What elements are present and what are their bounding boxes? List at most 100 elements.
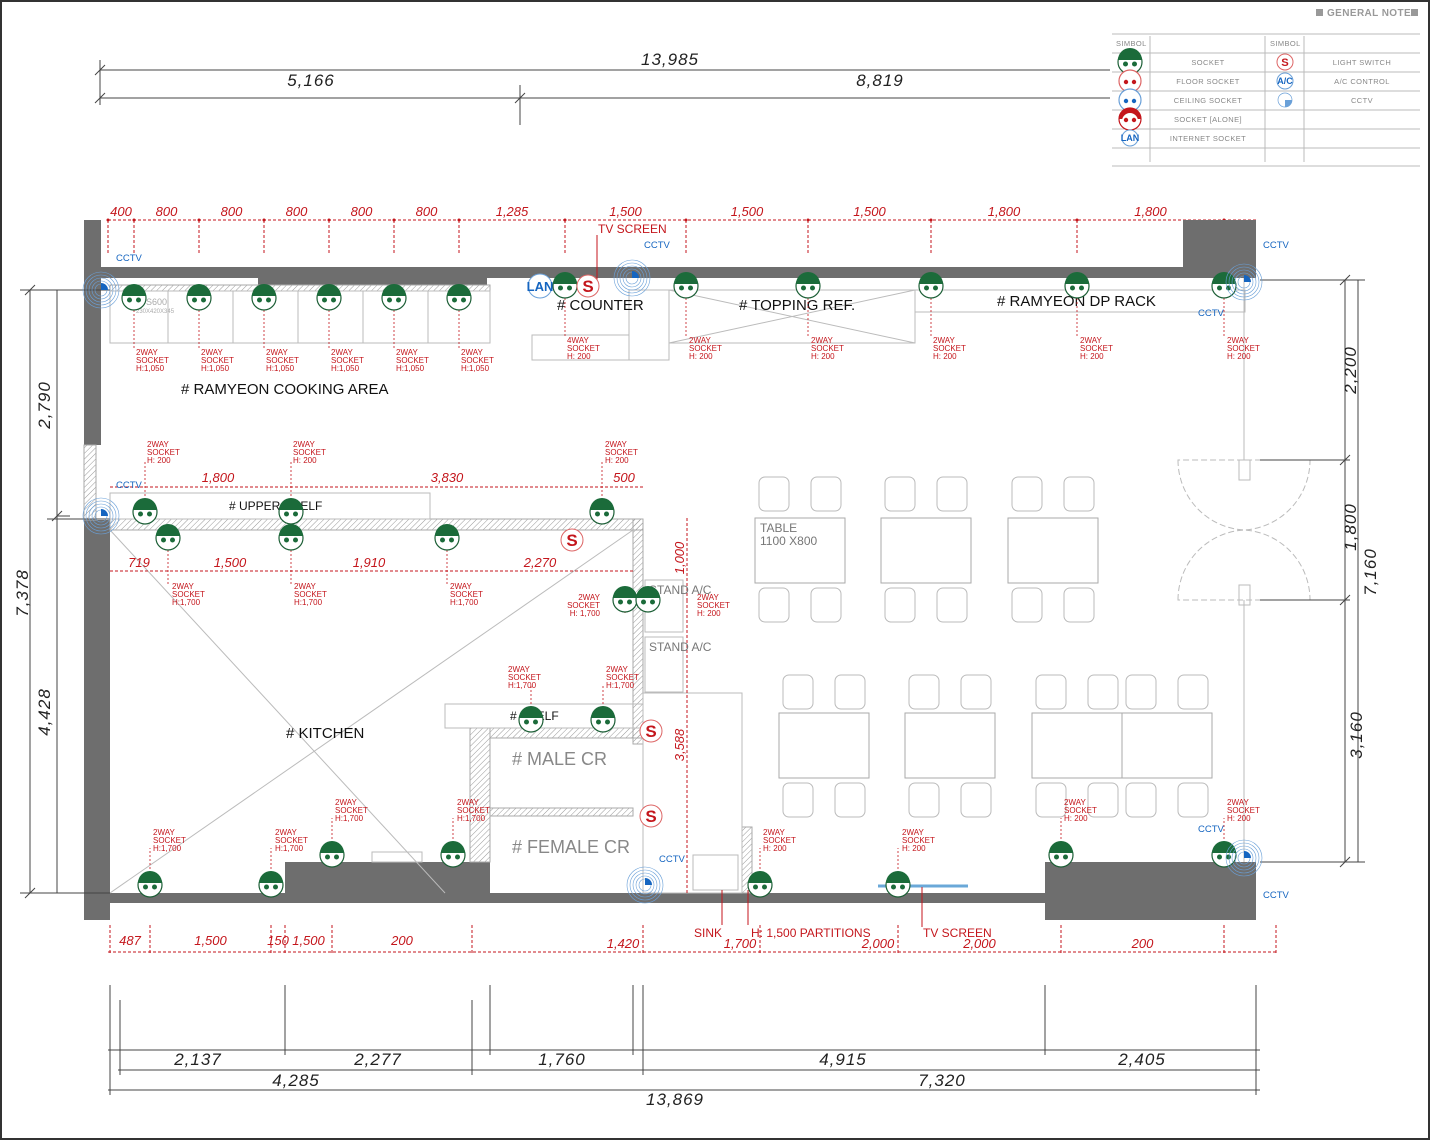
dim-mid: 3,588 (672, 728, 687, 761)
cctv-label: CCTV (644, 240, 671, 251)
socket-note: H:1,050 (331, 364, 360, 373)
socket-icon (440, 841, 466, 868)
socket-icon (1048, 841, 1074, 868)
dim-bottom-row-label: 1,500 (292, 933, 325, 948)
socket-icon (1118, 107, 1142, 131)
dim-top-row-label: 800 (351, 204, 373, 219)
socket-note: H: 200 (689, 352, 713, 361)
cctv-label: CCTV (116, 253, 143, 264)
annotation-tv-screen-bottom: TV SCREEN (923, 926, 992, 940)
chair (1087, 674, 1119, 710)
dim-tick-dot (392, 218, 396, 222)
socket-note: H: 200 (1064, 814, 1088, 823)
socket-icon (434, 524, 460, 551)
room-label-topping-ref: # TOPPING REF. (739, 297, 855, 314)
dim-mid: 500 (613, 470, 635, 485)
legend-header: SIMBOL (1270, 39, 1301, 48)
cctv-icon (1277, 92, 1293, 108)
chair (884, 587, 916, 623)
socket-icon (319, 841, 345, 868)
socket-note: H:1,700 (153, 844, 182, 853)
dim-top-row-label: 1,500 (853, 204, 886, 219)
chair (758, 476, 790, 512)
dim-bottom: 2,137 (173, 1050, 222, 1069)
light-switch-icon: S (639, 804, 663, 828)
dim-tick-dot (106, 218, 110, 222)
socket-icon (381, 284, 407, 311)
socket-note: H: 200 (811, 352, 835, 361)
dining-table (1121, 712, 1213, 779)
dim-top-row-label: 800 (416, 204, 438, 219)
dim-tick-dot (563, 218, 567, 222)
floor-plan: GENERAL NOTE SIMBOL SIMBOL LAN S A/C SOCKE… (0, 0, 1430, 1140)
socket-icon (258, 871, 284, 898)
legend-item: INTERNET SOCKET (1170, 134, 1246, 143)
annotation-stove-size: 230X420X345 (136, 309, 175, 315)
cctv-label: CCTV (116, 480, 143, 491)
legend-item: CEILING SOCKET (1174, 96, 1243, 105)
socket-note: H:1,050 (136, 364, 165, 373)
dim-bottom: 2,405 (1117, 1050, 1166, 1069)
socket-icon (673, 272, 699, 299)
chair (1035, 782, 1067, 818)
dim-mid: 719 (128, 555, 150, 570)
room-label-kitchen: # KITCHEN (286, 725, 364, 742)
dim-tick-dot (132, 218, 136, 222)
dining-table (1031, 712, 1123, 779)
socket-icon (552, 272, 578, 299)
socket-note: H: 200 (1227, 352, 1251, 361)
dim-tick-dot (262, 218, 266, 222)
chair (960, 782, 992, 818)
chair (1177, 782, 1209, 818)
socket-icon (918, 272, 944, 299)
dim-right-overall: 7,160 (1361, 548, 1380, 596)
chair (810, 476, 842, 512)
dining-table (880, 517, 972, 584)
socket-note: H: 200 (933, 352, 957, 361)
chair (1177, 674, 1209, 710)
socket-icon (137, 871, 163, 898)
dim-left-overall: 7,378 (13, 569, 32, 617)
socket-icon (186, 284, 212, 311)
dim-tick-dot (197, 218, 201, 222)
socket-note: H: 200 (147, 456, 171, 465)
annotation-sink: SINK (694, 926, 722, 940)
dim-left-upper: 2,790 (35, 381, 54, 430)
socket-icon (590, 706, 616, 733)
dim-mid: 3,830 (431, 470, 464, 485)
ac-control-icon: A/C (1276, 72, 1294, 90)
socket-icon (612, 586, 638, 613)
light-switch-icon: S (1276, 53, 1294, 71)
switch-symbol: S (566, 531, 577, 550)
dim-tick-dot (684, 218, 688, 222)
cctv-label: CCTV (1198, 308, 1225, 319)
socket-note: H:1,700 (508, 681, 537, 690)
chair (1011, 587, 1043, 623)
socket-icon (278, 498, 304, 525)
socket-icon (635, 586, 661, 613)
dim-bottom-row-label: 200 (390, 933, 413, 948)
switch-symbol: S (645, 722, 656, 741)
socket-icon (316, 284, 342, 311)
room-label-cooking-area: # RAMYEON COOKING AREA (181, 381, 389, 398)
dim-top-row-label: 400 (110, 204, 132, 219)
dim-tick-dot (929, 218, 933, 222)
socket-note: H:1,050 (396, 364, 425, 373)
sheet-border (0, 0, 1430, 1140)
socket-icon (747, 871, 773, 898)
socket-icon (155, 524, 181, 551)
dim-right-upper: 2,200 (1341, 346, 1360, 395)
socket-note: H: 1,700 (570, 609, 601, 618)
socket-note: H:1,700 (294, 598, 323, 607)
dim-bottom: 1,760 (538, 1050, 586, 1069)
dim-overall-top: 13,985 (641, 50, 699, 69)
light-switch-icon: S (576, 274, 600, 298)
dim-right-lower: 3,160 (1347, 711, 1366, 759)
socket-icon (1064, 272, 1090, 299)
annotation-stand-ac: STAND A/C (649, 640, 712, 654)
dim-top-row-label: 1,500 (609, 204, 642, 219)
socket-note: H: 200 (902, 844, 926, 853)
dim-top-row-label: 1,500 (731, 204, 764, 219)
socket-note: H: 200 (293, 456, 317, 465)
dim-top-row-label: 800 (286, 204, 308, 219)
